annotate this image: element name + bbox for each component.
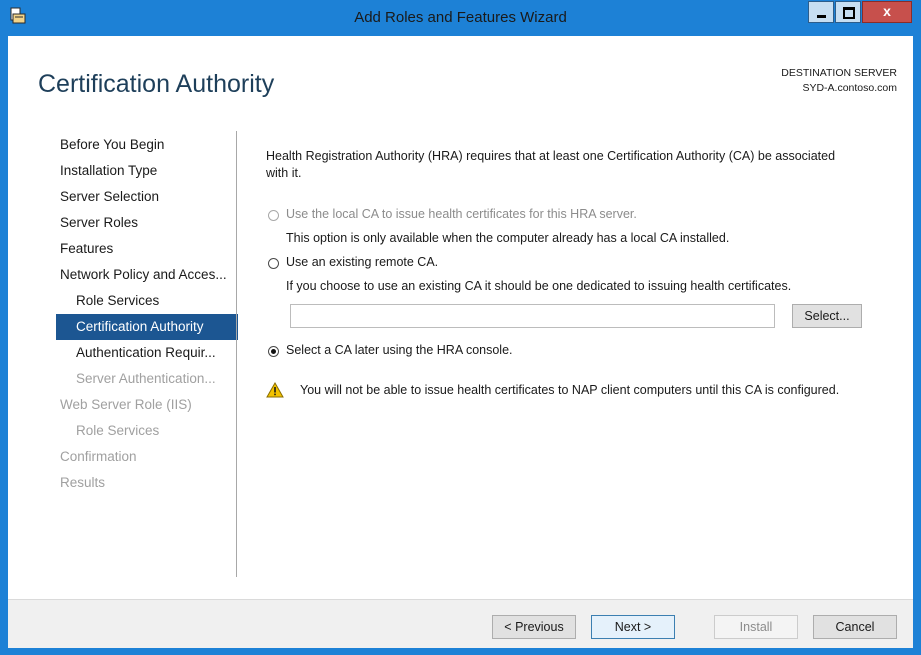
nav-item-label: Confirmation: [60, 449, 137, 464]
nav-item-authentication-requirements[interactable]: Authentication Requir...: [56, 340, 238, 366]
nav-item-label: Installation Type: [60, 163, 158, 178]
destination-label: DESTINATION SERVER: [781, 67, 897, 79]
window-title: Add Roles and Features Wizard: [354, 9, 567, 26]
nav-item-label: Role Services: [76, 423, 160, 438]
nav-item-label: Server Authentication...: [76, 371, 216, 386]
cancel-button[interactable]: Cancel: [813, 615, 897, 639]
title-bar[interactable]: Add Roles and Features Wizard x: [0, 0, 921, 36]
minimize-button[interactable]: [808, 1, 834, 23]
nav-item-confirmation: Confirmation: [56, 444, 238, 470]
option-select-later-label: Select a CA later using the HRA console.: [286, 343, 513, 357]
next-button[interactable]: Next >: [591, 615, 675, 639]
remote-ca-input[interactable]: [290, 304, 775, 328]
nav-item-label: Web Server Role (IIS): [60, 397, 192, 412]
radio-local-ca[interactable]: [268, 210, 279, 221]
option-local-ca-label: Use the local CA to issue health certifi…: [286, 207, 637, 221]
nav-item-label: Authentication Requir...: [76, 345, 216, 360]
wizard-footer: < Previous Next > Install Cancel: [8, 599, 913, 648]
nav-item-label: Before You Begin: [60, 137, 165, 152]
warning-icon: [266, 382, 284, 398]
radio-remote-ca[interactable]: [268, 258, 279, 269]
maximize-icon: [843, 7, 855, 19]
nav-item-label: Role Services: [76, 293, 160, 308]
nav-item-label: Server Selection: [60, 189, 160, 204]
nav-item-iis-role-services: Role Services: [56, 418, 238, 444]
nav-item-label: Results: [60, 475, 106, 490]
select-ca-button[interactable]: Select...: [792, 304, 862, 328]
nav-item-web-server-role: Web Server Role (IIS): [56, 392, 238, 418]
nav-item-server-authentication: Server Authentication...: [56, 366, 238, 392]
install-button: Install: [714, 615, 798, 639]
previous-button[interactable]: < Previous: [492, 615, 576, 639]
minimize-icon: [817, 15, 826, 18]
intro-text: Health Registration Authority (HRA) requ…: [266, 149, 836, 180]
option-remote-ca-note: If you choose to use an existing CA it s…: [286, 279, 792, 293]
wizard-window: Add Roles and Features Wizard x Certific…: [0, 0, 921, 655]
nav-item-installation-type[interactable]: Installation Type: [56, 158, 238, 184]
close-icon: x: [883, 3, 891, 19]
page-title: Certification Authority: [38, 70, 275, 98]
nav-item-before-you-begin[interactable]: Before You Begin: [56, 132, 238, 158]
destination-value: SYD-A.contoso.com: [802, 82, 897, 94]
nav-item-role-services[interactable]: Role Services: [56, 288, 238, 314]
nav-item-label: Features: [60, 241, 114, 256]
nav-divider: [236, 131, 237, 577]
nav-item-features[interactable]: Features: [56, 236, 238, 262]
nav-item-label: Server Roles: [60, 215, 139, 230]
nav-item-server-roles[interactable]: Server Roles: [56, 210, 238, 236]
close-button[interactable]: x: [862, 1, 912, 23]
destination-server: DESTINATION SERVER SYD-A.contoso.com: [781, 66, 897, 96]
nav-item-server-selection[interactable]: Server Selection: [56, 184, 238, 210]
nav-item-certification-authority[interactable]: Certification Authority: [56, 314, 238, 340]
option-remote-ca-label: Use an existing remote CA.: [286, 255, 439, 269]
maximize-button[interactable]: [835, 1, 861, 23]
nav-item-label: Certification Authority: [76, 319, 204, 334]
nav-item-results: Results: [56, 470, 238, 496]
radio-select-later[interactable]: [268, 346, 279, 357]
option-local-ca-note: This option is only available when the c…: [286, 231, 730, 245]
wizard-client-area: Certification Authority DESTINATION SERV…: [8, 36, 913, 648]
nav-item-label: Network Policy and Acces...: [60, 267, 227, 282]
warning-text: You will not be able to issue health cer…: [300, 383, 840, 397]
nav-item-network-policy[interactable]: Network Policy and Acces...: [56, 262, 238, 288]
